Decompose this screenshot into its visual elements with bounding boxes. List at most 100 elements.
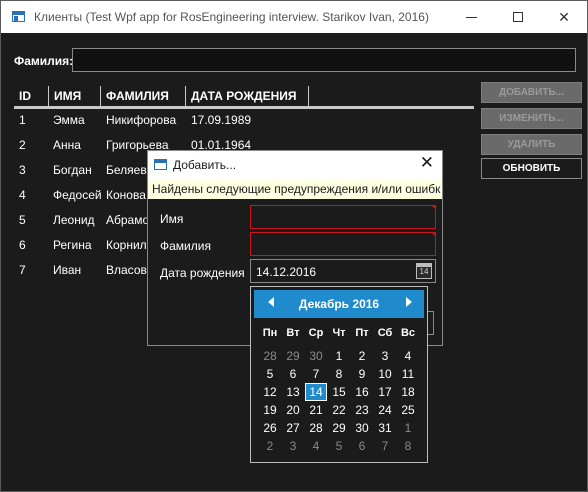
calendar-day[interactable]: 28 bbox=[305, 419, 327, 437]
calendar-day[interactable]: 7 bbox=[374, 437, 396, 455]
calendar-day[interactable]: 1 bbox=[397, 419, 419, 437]
calendar-month-title[interactable]: Декабрь 2016 bbox=[254, 297, 424, 311]
calendar-day[interactable]: 21 bbox=[305, 401, 327, 419]
calendar-day[interactable]: 1 bbox=[328, 347, 350, 365]
calendar-day[interactable]: 19 bbox=[259, 401, 281, 419]
close-icon: ✕ bbox=[558, 9, 570, 25]
birthdate-value[interactable]: 14.12.2016 bbox=[256, 265, 316, 279]
table-cell: 6 bbox=[19, 238, 26, 252]
maximize-icon bbox=[513, 12, 523, 22]
maximize-button[interactable] bbox=[495, 1, 541, 33]
table-cell: Анна bbox=[53, 138, 81, 152]
weekday-header: Вс bbox=[400, 327, 416, 339]
dialog-app-icon bbox=[154, 159, 167, 170]
calendar-day[interactable]: 7 bbox=[305, 365, 327, 383]
calendar-day[interactable]: 16 bbox=[351, 383, 373, 401]
close-icon: ✕ bbox=[419, 153, 434, 172]
calendar-day[interactable]: 31 bbox=[374, 419, 396, 437]
table-cell: Богдан bbox=[53, 163, 92, 177]
table-cell: 1 bbox=[19, 113, 26, 127]
weekday-header: Пн bbox=[262, 327, 278, 339]
surname-filter-input[interactable] bbox=[72, 48, 576, 72]
validation-warning: Найдены следующие предупреждения и/или о… bbox=[148, 179, 442, 199]
calendar-day-selected[interactable]: 14 bbox=[305, 383, 327, 401]
table-cell: 7 bbox=[19, 263, 26, 277]
table-row[interactable]: 1 Эмма Никифорова 17.09.1989 bbox=[14, 109, 474, 134]
column-header-id[interactable]: ID bbox=[14, 86, 49, 106]
calendar-day[interactable]: 10 bbox=[374, 365, 396, 383]
calendar-day[interactable]: 11 bbox=[397, 365, 419, 383]
calendar-day[interactable]: 8 bbox=[328, 365, 350, 383]
calendar-day[interactable]: 26 bbox=[259, 419, 281, 437]
weekday-header: Пт bbox=[355, 327, 369, 339]
first-name-input[interactable] bbox=[250, 205, 436, 229]
grid-header: ID ИМЯ ФАМИЛИЯ ДАТА РОЖДЕНИЯ bbox=[14, 86, 474, 109]
last-name-input[interactable] bbox=[250, 232, 436, 256]
calendar-day[interactable]: 13 bbox=[282, 383, 304, 401]
birthdate-label: Дата рождения bbox=[160, 266, 245, 280]
table-cell: 5 bbox=[19, 213, 26, 227]
window-title: Клиенты (Test Wpf app for RosEngineering… bbox=[34, 10, 429, 24]
minimize-button[interactable] bbox=[449, 1, 495, 33]
calendar-day[interactable]: 18 bbox=[397, 383, 419, 401]
weekday-header: Сб bbox=[377, 327, 393, 339]
edit-button[interactable]: ИЗМЕНИТЬ... bbox=[481, 108, 582, 129]
calendar-day[interactable]: 27 bbox=[282, 419, 304, 437]
calendar-day[interactable]: 5 bbox=[328, 437, 350, 455]
calendar-day[interactable]: 12 bbox=[259, 383, 281, 401]
next-month-icon[interactable] bbox=[406, 297, 412, 307]
calendar-day[interactable]: 9 bbox=[351, 365, 373, 383]
calendar-day[interactable]: 4 bbox=[305, 437, 327, 455]
calendar-popup: Декабрь 2016 Пн Вт Ср Чт Пт Сб Вс 28 29 30 1 2 3 4 5 6 7… bbox=[250, 286, 428, 463]
calendar-day[interactable]: 29 bbox=[282, 347, 304, 365]
table-cell: 4 bbox=[19, 188, 26, 202]
calendar-day[interactable]: 5 bbox=[259, 365, 281, 383]
table-cell: 3 bbox=[19, 163, 26, 177]
weekday-header: Вт bbox=[286, 327, 300, 339]
calendar-day[interactable]: 30 bbox=[351, 419, 373, 437]
calendar-day[interactable]: 6 bbox=[282, 365, 304, 383]
calendar-day[interactable]: 22 bbox=[328, 401, 350, 419]
calendar-day[interactable]: 3 bbox=[374, 347, 396, 365]
calendar-day[interactable]: 28 bbox=[259, 347, 281, 365]
column-header-name[interactable]: ИМЯ bbox=[49, 86, 101, 106]
calendar-day[interactable]: 17 bbox=[374, 383, 396, 401]
table-cell: Никифорова bbox=[106, 113, 177, 127]
calendar-day[interactable]: 2 bbox=[259, 437, 281, 455]
refresh-button[interactable]: ОБНОВИТЬ bbox=[481, 158, 582, 179]
calendar-day[interactable]: 24 bbox=[374, 401, 396, 419]
table-cell: 17.09.1989 bbox=[191, 113, 252, 127]
calendar-header: Декабрь 2016 bbox=[254, 290, 424, 318]
dialog-close-button[interactable]: ✕ bbox=[420, 153, 434, 173]
calendar-day[interactable]: 8 bbox=[397, 437, 419, 455]
minimize-icon bbox=[466, 17, 477, 18]
table-cell: Регина bbox=[53, 238, 92, 252]
calendar-day[interactable]: 25 bbox=[397, 401, 419, 419]
dialog-title: Добавить... bbox=[173, 158, 237, 172]
close-button[interactable]: ✕ bbox=[541, 1, 587, 33]
calendar-day[interactable]: 20 bbox=[282, 401, 304, 419]
last-name-label: Фамилия bbox=[160, 239, 211, 253]
dialog-title-bar[interactable]: Добавить... ✕ bbox=[148, 151, 442, 179]
calendar-icon[interactable]: 14 bbox=[416, 263, 432, 279]
calendar-day[interactable]: 6 bbox=[351, 437, 373, 455]
first-name-label: Имя bbox=[160, 212, 184, 226]
column-header-birthdate[interactable]: ДАТА РОЖДЕНИЯ bbox=[186, 86, 309, 106]
add-button[interactable]: ДОБАВИТЬ... bbox=[481, 82, 582, 103]
calendar-day[interactable]: 23 bbox=[351, 401, 373, 419]
weekday-header: Ср bbox=[308, 327, 324, 339]
calendar-day[interactable]: 15 bbox=[328, 383, 350, 401]
calendar-day[interactable]: 2 bbox=[351, 347, 373, 365]
delete-button[interactable]: УДАЛИТЬ bbox=[481, 134, 582, 155]
calendar-day[interactable]: 3 bbox=[282, 437, 304, 455]
weekday-header: Чт bbox=[332, 327, 346, 339]
calendar-day[interactable]: 30 bbox=[305, 347, 327, 365]
app-icon bbox=[12, 11, 25, 22]
column-header-surname[interactable]: ФАМИЛИЯ bbox=[101, 86, 186, 106]
calendar-day[interactable]: 29 bbox=[328, 419, 350, 437]
calendar-day[interactable]: 4 bbox=[397, 347, 419, 365]
birthdate-picker[interactable]: 14.12.2016 14 bbox=[250, 259, 436, 283]
title-bar[interactable]: Клиенты (Test Wpf app for RosEngineering… bbox=[1, 1, 587, 33]
table-cell: Эмма bbox=[53, 113, 85, 127]
table-cell: Иван bbox=[53, 263, 82, 277]
